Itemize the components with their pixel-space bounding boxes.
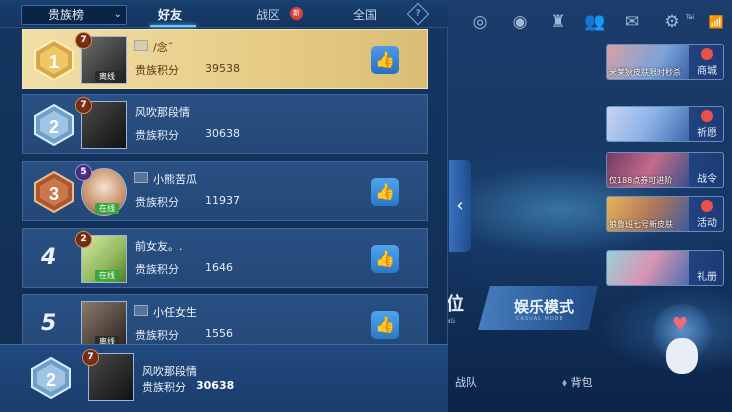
notification-dot-icon [701,110,713,122]
score-value: 30638 [205,127,240,140]
medal-rank: 1 [49,52,59,72]
casual-mode-sub: CASUAL MODE [516,316,564,322]
player-name: 风吹那段情 [142,365,197,378]
ranking-row[interactable]: 4 2 在线 前女友。. 贵族积分 1646 👍 [22,228,428,288]
player-name: 风吹那段情 [135,106,190,119]
shop-card-gift[interactable]: 礼册 [606,250,724,286]
score-value: 1646 [205,261,233,274]
status-badge: 在线 [95,270,119,281]
level-badge: 5 [75,164,92,181]
level-badge: 7 [75,97,92,114]
score-label: 贵族积分 [135,263,179,276]
tab-friends[interactable]: 好友 [158,6,182,23]
shop-card-caption: 狼鲁班七号新皮肤 [609,220,673,229]
ranked-mode-label[interactable]: 位 [446,290,464,316]
thumbs-up-icon[interactable]: 👍 [371,46,399,74]
score-label: 贵族积分 [135,196,179,209]
status-badge: 在线 [95,203,119,214]
score-value: 11937 [205,194,240,207]
medal-rank: 3 [49,184,59,204]
ranking-row[interactable]: 3 5 在线 小熊苦瓜 贵族积分 11937 👍 [22,161,428,221]
thumbs-up-icon[interactable]: 👍 [371,178,399,206]
rank-number: 4 [41,245,57,270]
shop-card-event[interactable]: 狼鲁班七号新皮肤 活动 [606,196,724,232]
ranking-tabs: 贵族榜 ⌄ 好友 战区 新 全国 ? [0,0,448,28]
score-label: 贵族积分 [135,64,179,77]
team-button[interactable]: 战队 [455,374,477,390]
tab-region[interactable]: 战区 [256,6,280,23]
backpack-label: 背包 [570,376,593,389]
settings-icon[interactable]: ⚙ [662,12,682,32]
ranking-type-value: 贵族榜 [48,8,85,22]
score-label: 贵族积分 [135,129,179,142]
collapse-panel-button[interactable]: ‹ [449,160,471,252]
rank-number: 5 [41,311,57,336]
ranking-type-select[interactable]: 贵族榜 ⌄ [21,5,127,25]
hero-skin-art [607,251,689,285]
level-badge: 7 [75,32,92,49]
help-icon[interactable]: ? [406,2,430,26]
ranking-row[interactable]: 2 7 风吹那段情 贵族积分 30638 [22,94,428,154]
ranking-panel: 贵族榜 ⌄ 好友 战区 新 全国 ? 1 7 离线 /念˘ 贵族积分 39538… [0,0,448,412]
silver-medal-icon: 2 [31,357,71,399]
shop-card-mall[interactable]: 米莱狄皮肤限时秒杀 商城 [606,44,724,80]
thumbs-up-icon[interactable]: 👍 [371,245,399,273]
top-status-text: Tai [686,14,695,21]
shop-card-pass[interactable]: 仅188点券可进阶 战令 [606,152,724,188]
player-name: /念˘ [153,41,174,54]
my-ranking-bar[interactable]: 2 7 风吹那段情 贵族积分 30638 [0,344,448,412]
new-badge: 新 [290,7,303,20]
target-icon[interactable]: ◎ [470,12,490,32]
chevron-down-icon: ⌄ [113,9,122,20]
tab-national[interactable]: 全国 [353,6,377,23]
chevron-left-icon: ‹ [456,195,464,216]
player-name: 小熊苦瓜 [153,173,197,186]
ranking-row[interactable]: 1 7 离线 /念˘ 贵族积分 39538 👍 [22,29,428,89]
flag-icon [134,305,148,316]
level-badge: 2 [75,231,92,248]
level-badge: 7 [82,349,99,366]
mail-icon[interactable]: ✉ [622,12,642,32]
score-label: 贵族积分 [135,329,179,342]
wifi-icon: 📶 [708,15,724,29]
silver-medal-icon: 2 [34,104,74,146]
gold-medal-icon: 1 [34,39,74,81]
shop-card-label: 祈愿 [697,128,717,139]
friends-icon[interactable]: 👥 [584,12,605,32]
trophy-icon[interactable]: ♜ [548,12,568,32]
flag-icon [134,172,148,183]
shop-card-label: 战令 [697,174,717,185]
backpack-icon: ⬧ [562,376,567,389]
shop-card-caption: 米莱狄皮肤限时秒杀 [609,68,681,77]
thumbs-up-icon[interactable]: 👍 [371,311,399,339]
shop-card-wish[interactable]: 祈愿 [606,106,724,142]
active-tab-indicator [150,25,196,27]
notification-dot-icon [701,48,713,60]
mascot-face [666,338,698,374]
heart-icon: ♥ [672,314,689,335]
backpack-button[interactable]: ⬧ 背包 [562,374,592,390]
player-name: 小任女生 [153,306,197,319]
shop-card-label: 礼册 [697,272,717,283]
mascot-assistant[interactable]: ♥ [652,304,712,374]
score-value: 39538 [205,62,240,75]
medal-rank: 2 [46,370,56,390]
notification-dot-icon [701,200,713,212]
status-badge: 离线 [95,71,119,82]
player-name: 前女友。. [135,240,183,253]
shop-card-label: 商城 [697,66,717,77]
score-value: 1556 [205,327,233,340]
shop-card-caption: 仅188点券可进阶 [609,176,673,185]
bronze-medal-icon: 3 [34,171,74,213]
medal-rank: 2 [49,117,59,137]
help-glyph: ? [415,9,421,19]
casual-mode-label: 娱乐模式 [514,298,575,316]
flag-icon [134,40,148,51]
eye-icon[interactable]: ◉ [510,12,530,32]
score-label: 贵族积分 [142,381,186,394]
hero-skin-art [607,107,689,141]
casual-mode-button[interactable]: 娱乐模式 CASUAL MODE [478,286,598,330]
shop-card-label: 活动 [697,218,717,229]
score-value: 30638 [196,379,235,392]
